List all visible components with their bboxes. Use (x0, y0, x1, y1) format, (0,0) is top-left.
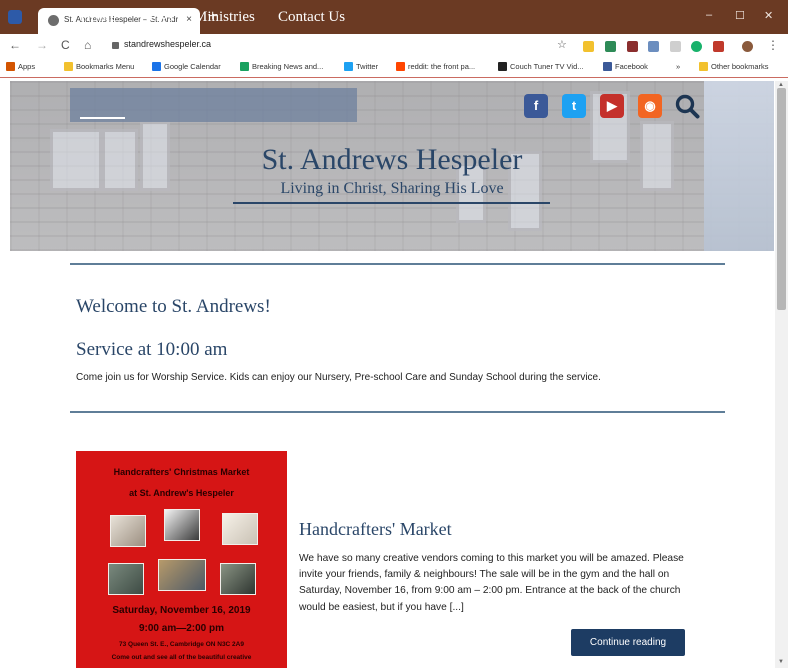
bookmark-favicon-icon (396, 62, 405, 71)
scroll-down-arrow-icon[interactable]: ▼ (778, 659, 784, 665)
bookmark-label: Breaking News and... (252, 62, 324, 71)
bookmark-label: Google Calendar (164, 62, 221, 71)
extension-icon[interactable] (670, 41, 681, 52)
browser-toolbar: ← → C ⌂ standrewshespeler.ca ☆ ⋮ (0, 34, 788, 58)
bookmark-item[interactable]: Breaking News and... (240, 62, 323, 71)
bookmark-label: reddit: the front pa... (408, 62, 476, 71)
bookmark-favicon-icon (603, 62, 612, 71)
back-button[interactable]: ← (9, 39, 21, 51)
reload-button[interactable]: C (61, 39, 70, 51)
bookmarks-overflow-button[interactable]: » (676, 62, 680, 71)
poster-address: 73 Queen St. E., Cambridge ON N3C 2A9 (119, 641, 244, 648)
rss-icon[interactable]: ◉ (638, 94, 662, 118)
site-title[interactable]: St. Andrews Hespeler (0, 143, 784, 177)
page-divider (0, 77, 788, 78)
bookmark-item[interactable]: reddit: the front pa... (396, 62, 475, 71)
tab-close-icon[interactable]: × (186, 14, 192, 25)
bookmark-label: Couch Tuner TV Vid... (510, 62, 584, 71)
craft-photo (108, 563, 144, 595)
site-tagline: Living in Christ, Sharing His Love (280, 180, 504, 197)
nav-home[interactable]: Home (80, 9, 117, 26)
youtube-icon[interactable]: ▶ (600, 94, 624, 118)
scroll-up-arrow-icon[interactable]: ▲ (778, 82, 784, 88)
bookmark-item[interactable]: Twitter (344, 62, 378, 71)
twitter-icon[interactable]: t (562, 94, 586, 118)
bookmark-favicon-icon (240, 62, 249, 71)
close-window-button[interactable]: ✕ (764, 9, 773, 22)
bookmark-favicon-icon (344, 62, 353, 71)
maximize-button[interactable]: ☐ (735, 9, 745, 22)
nav-ministries[interactable]: Ministries (194, 9, 255, 26)
poster-subtitle: at St. Andrew's Hespeler (129, 488, 234, 498)
chrome-profile-icon[interactable] (8, 10, 22, 24)
facebook-icon[interactable]: f (524, 94, 548, 118)
content-divider (70, 411, 725, 413)
market-poster-image[interactable]: Handcrafters' Christmas Market at St. An… (76, 451, 287, 668)
bookmark-label: Apps (18, 62, 36, 71)
craft-photo (164, 509, 200, 541)
lock-icon[interactable] (112, 42, 119, 49)
browser-menu-icon[interactable]: ⋮ (767, 39, 779, 51)
bookmark-favicon-icon (498, 62, 507, 71)
bookmark-label: Twitter (356, 62, 379, 71)
service-heading: Service at 10:00 am (76, 339, 228, 360)
poster-note: Come out and see all of the beautiful cr… (111, 654, 252, 661)
poster-title: Handcrafters' Christmas Market (113, 467, 250, 477)
service-description: Come join us for Worship Service. Kids c… (76, 372, 601, 383)
craft-photo (158, 559, 206, 591)
tab-favicon-icon (48, 15, 59, 26)
forward-button[interactable]: → (36, 39, 48, 51)
welcome-heading: Welcome to St. Andrews! (76, 296, 271, 317)
extension-icon[interactable] (627, 41, 638, 52)
other-bookmarks-folder[interactable]: Other bookmarks (699, 62, 769, 71)
browser-tab[interactable]: St. Andrews Hespeler – St. Andre × (38, 8, 200, 34)
nav-active-underline (80, 117, 125, 119)
folder-icon (699, 62, 708, 71)
nav-contact-us[interactable]: Contact Us (278, 9, 345, 26)
scrollbar-thumb[interactable] (777, 88, 786, 310)
post-excerpt: We have so many creative vendors coming … (299, 553, 684, 613)
home-button[interactable]: ⌂ (84, 39, 91, 51)
browser-titlebar: St. Andrews Hespeler – St. Andre × + – ☐… (0, 0, 788, 34)
minimize-button[interactable]: – (706, 9, 712, 21)
content-divider (70, 263, 725, 265)
other-bookmarks-label: Other bookmarks (711, 62, 769, 71)
poster-time: 9:00 am—2:00 pm (138, 623, 225, 634)
bookmark-favicon-icon (64, 62, 73, 71)
craft-photo (222, 513, 258, 545)
bookmark-item[interactable]: Facebook (603, 62, 648, 71)
bookmark-favicon-icon (152, 62, 161, 71)
bookmark-star-icon[interactable]: ☆ (557, 39, 567, 51)
search-icon[interactable] (674, 93, 700, 119)
profile-avatar[interactable] (742, 41, 753, 52)
bookmark-item[interactable]: Bookmarks Menu (64, 62, 134, 71)
bookmark-item[interactable]: Couch Tuner TV Vid... (498, 62, 584, 71)
craft-photo (110, 515, 146, 547)
craft-photo (220, 563, 256, 595)
extension-icon[interactable] (713, 41, 724, 52)
continue-reading-button[interactable]: Continue reading (571, 629, 685, 656)
address-bar[interactable]: standrewshespeler.ca (124, 39, 211, 49)
extension-icon[interactable] (691, 41, 702, 52)
bookmark-label: Bookmarks Menu (76, 62, 135, 71)
bookmark-label: Facebook (615, 62, 648, 71)
bookmark-item[interactable]: Google Calendar (152, 62, 221, 71)
bookmark-favicon-icon (6, 62, 15, 71)
extension-icon[interactable] (605, 41, 616, 52)
bookmarks-bar: Apps Bookmarks Menu Google Calendar Breakin… (0, 58, 788, 78)
nav-news[interactable]: News (139, 9, 173, 26)
tagline-divider (233, 202, 550, 204)
post-title[interactable]: Handcrafters' Market (299, 519, 452, 540)
extension-icon[interactable] (583, 41, 594, 52)
bookmark-item[interactable]: Apps (6, 62, 35, 71)
extension-icon[interactable] (648, 41, 659, 52)
poster-date: Saturday, November 16, 2019 (112, 605, 251, 616)
